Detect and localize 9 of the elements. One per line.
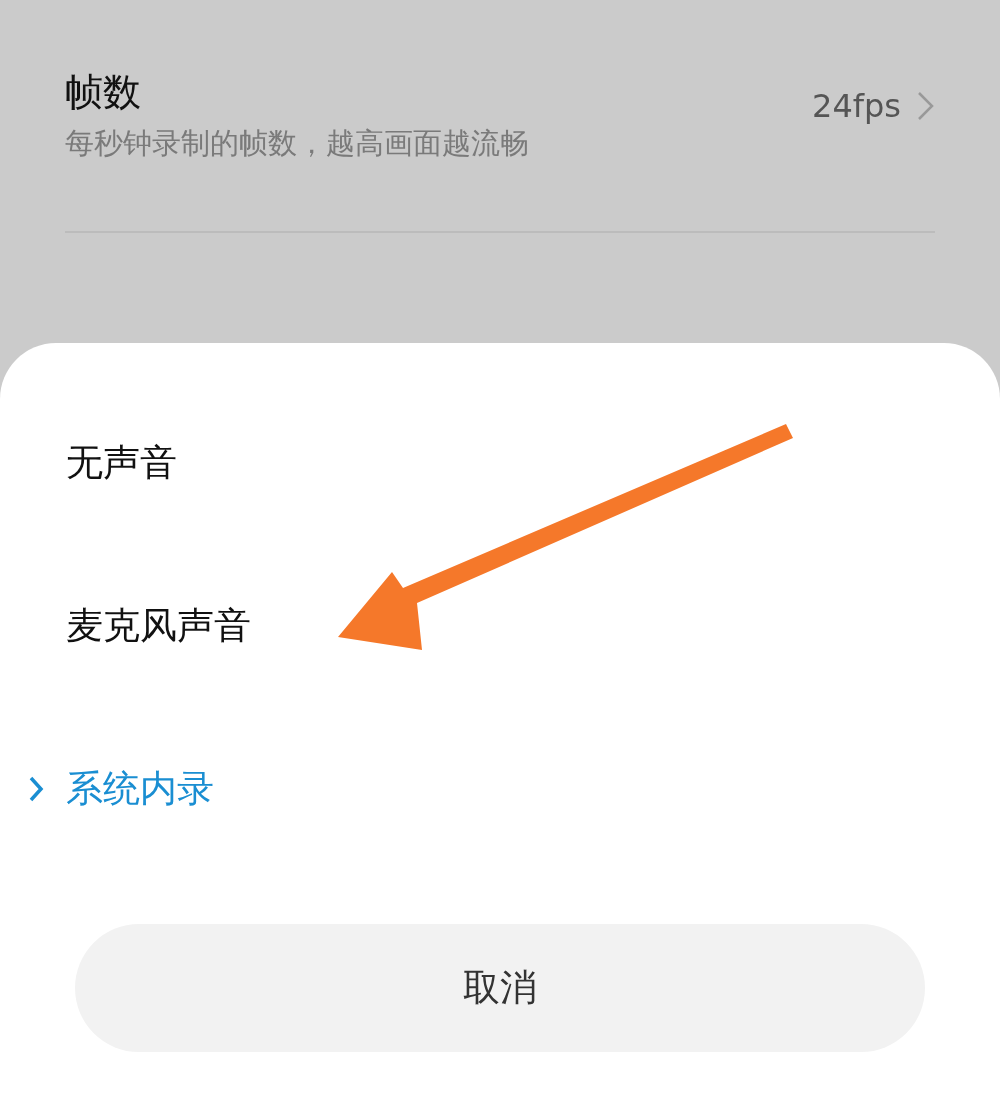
chevron-right-icon [28, 775, 44, 803]
chevron-right-icon[interactable] [917, 91, 935, 121]
sound-option[interactable]: 无声音 [66, 435, 177, 491]
sound-option[interactable]: 麦克风声音 [66, 598, 251, 654]
setting-description: 每秒钟录制的帧数，越高画面越流畅 [65, 125, 529, 161]
sound-option[interactable]: 系统内录 [66, 761, 214, 817]
cancel-button[interactable]: 取消 [75, 924, 925, 1052]
setting-value[interactable]: 24fps [812, 82, 901, 130]
setting-title: 帧数 [65, 72, 142, 114]
